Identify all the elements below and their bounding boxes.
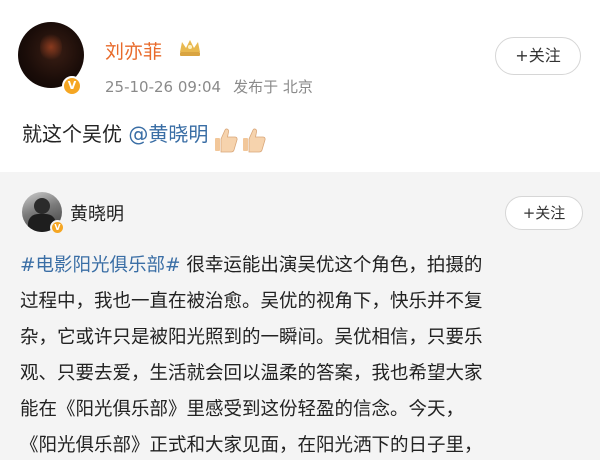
- repost-card[interactable]: V 黄晓明 +关注 #电影阳光俱乐部# 很幸运能出演吴优这个角色，拍摄的 过程中…: [0, 172, 600, 460]
- repost-line: 过程中，我也一直在被治愈。吴优的视角下，快乐并不复: [20, 291, 483, 312]
- mention-link[interactable]: @黄晓明: [128, 122, 208, 146]
- thumbs-up-icon: [215, 128, 238, 152]
- repost-line: 观、只要去爱，生活就会回以温柔的答案，我也希望大家: [20, 363, 483, 384]
- repost-author-name[interactable]: 黄晓明: [70, 200, 124, 226]
- post-meta: 25-10-26 09:04 发布于 北京: [105, 76, 313, 97]
- post-text-body: 就这个吴优: [22, 122, 129, 146]
- repost-follow-button[interactable]: +关注: [505, 196, 583, 230]
- post-header: V 刘亦菲 25-10-26 09:04 发布于 北京 +关注: [0, 0, 600, 115]
- thumbs-up-icon: [243, 128, 266, 152]
- post-timestamp: 25-10-26 09:04: [105, 78, 222, 96]
- post-text: 就这个吴优 @黄晓明: [22, 118, 270, 153]
- repost-line: 杂，它或许只是被阳光照到的一瞬间。吴优相信，只要乐: [20, 327, 483, 348]
- verified-badge-icon: V: [50, 220, 65, 235]
- reaction-emojis: [214, 126, 270, 153]
- repost-line: 《阳光俱乐部》正式和大家见面，在阳光洒下的日子里，: [20, 435, 483, 456]
- repost-line: #电影阳光俱乐部# 很幸运能出演吴优这个角色，拍摄的: [20, 255, 483, 276]
- repost-body: #电影阳光俱乐部# 很幸运能出演吴优这个角色，拍摄的 过程中，我也一直在被治愈。…: [20, 248, 585, 464]
- follow-button[interactable]: +关注: [495, 37, 581, 75]
- hashtag-link[interactable]: #电影阳光俱乐部#: [20, 255, 181, 276]
- author-name[interactable]: 刘亦菲: [105, 37, 162, 64]
- verified-badge-icon: V: [62, 76, 82, 96]
- repost-line: 能在《阳光俱乐部》里感受到这份轻盈的信念。今天，: [20, 399, 465, 420]
- post-location: 发布于 北京: [233, 78, 313, 96]
- crown-icon: [180, 40, 200, 56]
